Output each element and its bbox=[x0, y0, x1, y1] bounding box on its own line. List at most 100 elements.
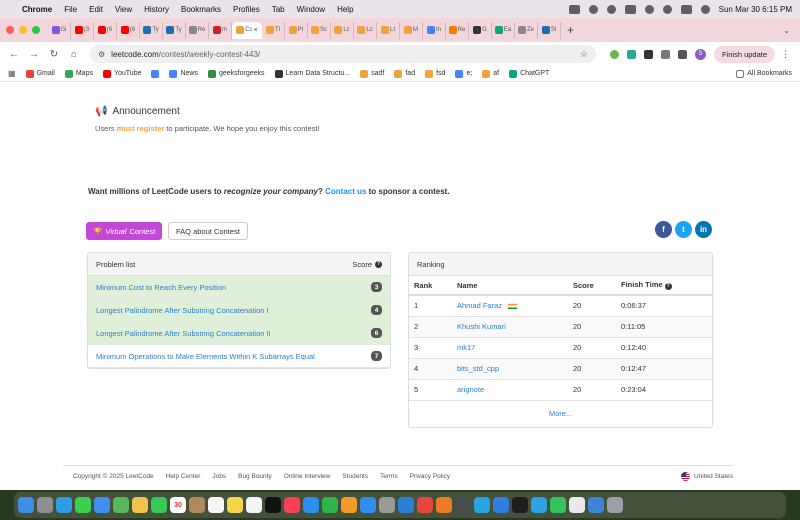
problem-title-link[interactable]: Longest Palindrome After Substring Conca… bbox=[96, 329, 271, 338]
problem-title-link[interactable]: Minimum Operations to Make Elements With… bbox=[96, 352, 315, 361]
browser-tab[interactable]: Tl bbox=[262, 21, 285, 39]
preview-app-icon[interactable] bbox=[569, 497, 585, 513]
reading-list-icon[interactable] bbox=[678, 49, 687, 59]
browser-tab[interactable]: Lt bbox=[377, 21, 400, 39]
user-profile-link[interactable]: Ahmad Faraz bbox=[457, 301, 502, 310]
all-bookmarks-folder[interactable]: All Bookmarks bbox=[736, 69, 792, 78]
address-bar[interactable]: ⚙ leetcode.com/contest/weekly-contest-44… bbox=[90, 45, 596, 63]
wifi-icon[interactable] bbox=[644, 4, 654, 14]
terminal-app-icon[interactable] bbox=[512, 497, 528, 513]
browser-tab[interactable]: Ea bbox=[492, 21, 515, 39]
footer-link-privacy-policy[interactable]: Privacy Policy bbox=[410, 473, 450, 480]
browser-tab[interactable]: (3 bbox=[71, 21, 94, 39]
twitter-share-icon[interactable]: t bbox=[675, 221, 692, 238]
xcode-app-icon[interactable] bbox=[493, 497, 509, 513]
browser-tab[interactable]: Ty bbox=[140, 21, 163, 39]
bookmark-item[interactable]: News bbox=[169, 69, 198, 78]
bookmark-item[interactable]: Maps bbox=[64, 69, 93, 78]
virtual-contest-button[interactable]: 🏆 Virtual Contest bbox=[86, 222, 163, 240]
settings-app-icon[interactable] bbox=[379, 497, 395, 513]
browser-tab[interactable]: Gi bbox=[48, 21, 71, 39]
status-app-icon[interactable] bbox=[568, 4, 580, 14]
problem-title-link[interactable]: Minimum Cost to Reach Every Position bbox=[96, 283, 226, 292]
footer-link-help-center[interactable]: Help Center bbox=[166, 473, 201, 480]
minimize-window-button[interactable] bbox=[19, 26, 27, 34]
reminders-app-icon[interactable] bbox=[208, 497, 224, 513]
browser-tab[interactable]: Re bbox=[186, 21, 209, 39]
notes-app-icon[interactable] bbox=[227, 497, 243, 513]
browser-tab[interactable]: Pr bbox=[285, 21, 308, 39]
menu-bar-clock[interactable]: Sun Mar 30 6:15 PM bbox=[719, 5, 792, 14]
trash-app-icon[interactable] bbox=[607, 497, 623, 513]
region-selector[interactable]: United States bbox=[680, 472, 733, 481]
browser-tab[interactable]: G bbox=[469, 21, 492, 39]
firefox-app-icon[interactable] bbox=[436, 497, 452, 513]
chrome-app-icon[interactable] bbox=[417, 497, 433, 513]
new-tab-button[interactable]: + bbox=[567, 23, 574, 37]
browser-tab[interactable]: (6 bbox=[94, 21, 117, 39]
finish-update-button[interactable]: Finish update bbox=[714, 45, 776, 63]
bookmark-star-icon[interactable]: ☆ bbox=[580, 49, 588, 60]
vscode-app-icon[interactable] bbox=[398, 497, 414, 513]
forward-button[interactable]: → bbox=[26, 49, 42, 60]
calendar-app-icon[interactable]: 30 bbox=[170, 497, 186, 513]
browser-tab[interactable]: In bbox=[423, 21, 446, 39]
browser-tab[interactable]: Ty bbox=[163, 21, 186, 39]
footer-link-online-interview[interactable]: Online Interview bbox=[284, 473, 331, 480]
footer-link-terms[interactable]: Terms bbox=[380, 473, 398, 480]
apps-grid-icon[interactable]: ▦ bbox=[8, 69, 16, 78]
bookmark-item[interactable]: Learn Data Structu... bbox=[274, 69, 350, 78]
linkedin-share-icon[interactable]: in bbox=[695, 221, 712, 238]
browser-tab[interactable]: Sl bbox=[538, 21, 561, 39]
control-center-icon[interactable] bbox=[680, 4, 692, 14]
keynote-app-icon[interactable] bbox=[303, 497, 319, 513]
numbers-app-icon[interactable] bbox=[322, 497, 338, 513]
spotlight-search-icon[interactable] bbox=[662, 4, 672, 14]
browser-tab[interactable]: Lc bbox=[331, 21, 354, 39]
menu-history[interactable]: History bbox=[144, 5, 169, 14]
back-button[interactable]: ← bbox=[6, 49, 22, 60]
tv-app-icon[interactable] bbox=[265, 497, 281, 513]
browser-tab[interactable]: Sc bbox=[308, 21, 331, 39]
bookmark-item[interactable]: geeksforgeeks bbox=[208, 69, 265, 78]
footer-link-students[interactable]: Students bbox=[342, 473, 368, 480]
menu-profiles[interactable]: Profiles bbox=[233, 5, 260, 14]
maps-app-icon[interactable] bbox=[113, 497, 129, 513]
menu-view[interactable]: View bbox=[115, 5, 132, 14]
browser-tab[interactable]: m bbox=[209, 21, 232, 39]
menu-help[interactable]: Help bbox=[337, 5, 353, 14]
menu-tab[interactable]: Tab bbox=[272, 5, 285, 14]
app-store-app-icon[interactable] bbox=[360, 497, 376, 513]
extension-icon[interactable] bbox=[644, 49, 653, 59]
music-app-icon[interactable] bbox=[284, 497, 300, 513]
downloads-app-icon[interactable] bbox=[588, 497, 604, 513]
menu-bookmarks[interactable]: Bookmarks bbox=[181, 5, 221, 14]
zoom-window-button[interactable] bbox=[32, 26, 40, 34]
safari-app-icon[interactable] bbox=[56, 497, 72, 513]
user-profile-link[interactable]: Khushi Kumari bbox=[457, 322, 506, 331]
help-circle-icon[interactable]: ? bbox=[375, 260, 382, 268]
status-app-icon[interactable] bbox=[606, 4, 616, 14]
messages-app-icon[interactable] bbox=[75, 497, 91, 513]
bookmark-item[interactable]: e; bbox=[455, 69, 472, 78]
bookmark-item[interactable]: fad bbox=[394, 69, 415, 78]
bookmark-item[interactable]: fsd bbox=[425, 69, 445, 78]
reload-button[interactable]: ↻ bbox=[46, 49, 62, 60]
faq-about-contest-button[interactable]: FAQ about Contest bbox=[168, 222, 248, 240]
menu-app-chrome[interactable]: Chrome bbox=[22, 5, 52, 14]
contact-us-link[interactable]: Contact us bbox=[325, 187, 366, 196]
browser-tab[interactable]: Ze bbox=[515, 21, 538, 39]
whatsapp-app-icon[interactable] bbox=[550, 497, 566, 513]
close-window-button[interactable] bbox=[6, 26, 14, 34]
contacts-app-icon[interactable] bbox=[189, 497, 205, 513]
user-profile-link[interactable]: bits_std_cpp bbox=[457, 364, 499, 373]
extension-icon[interactable] bbox=[627, 49, 636, 59]
more-ranking-link[interactable]: More... bbox=[409, 401, 712, 427]
close-tab-icon[interactable]: × bbox=[254, 27, 258, 34]
status-app-icon[interactable] bbox=[588, 4, 598, 14]
bookmark-item[interactable]: af bbox=[482, 69, 499, 78]
menu-window[interactable]: Window bbox=[297, 5, 325, 14]
browser-tab[interactable]: Re bbox=[446, 21, 469, 39]
mail-app-icon[interactable] bbox=[94, 497, 110, 513]
chrome-menu-icon[interactable]: ⋮ bbox=[781, 49, 790, 60]
